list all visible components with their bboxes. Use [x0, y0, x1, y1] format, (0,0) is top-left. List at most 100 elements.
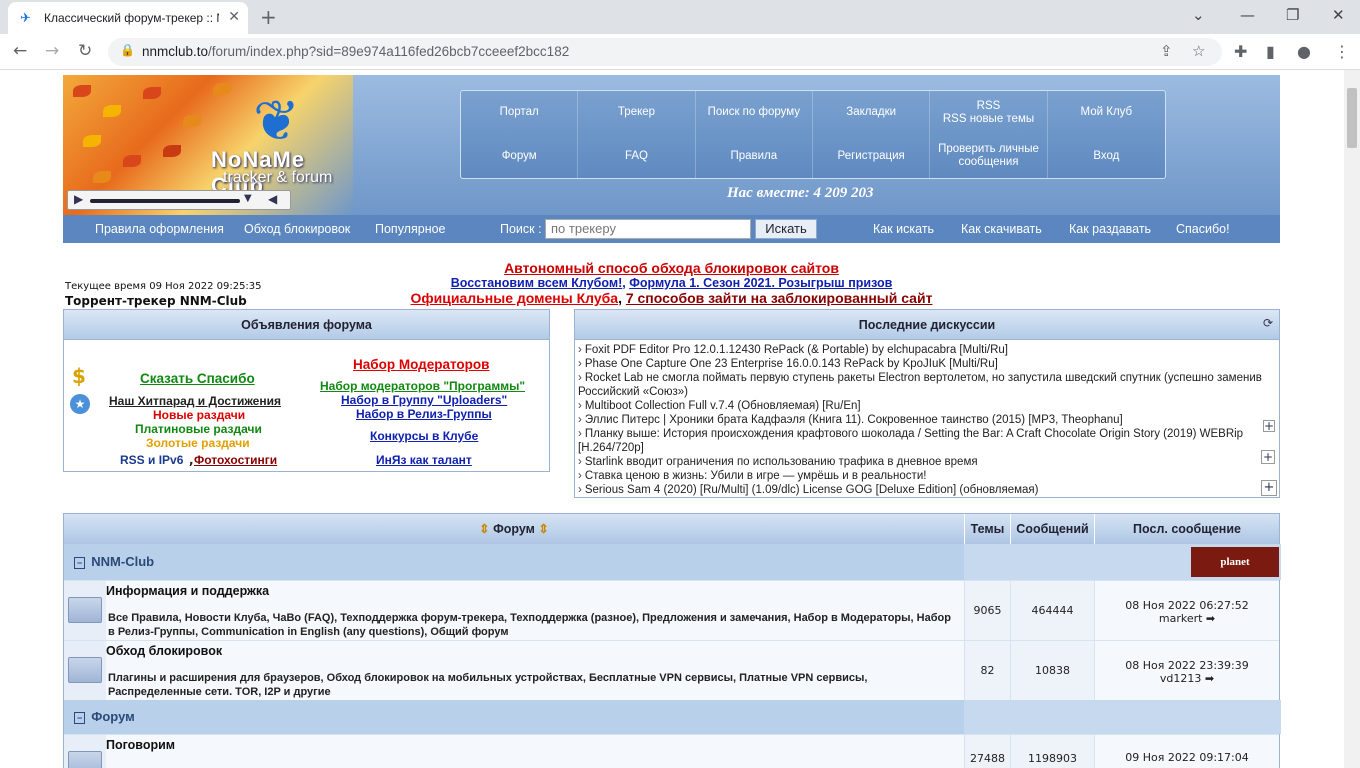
- back-icon[interactable]: ←: [13, 41, 27, 61]
- scrollbar[interactable]: [1344, 70, 1360, 768]
- lock-icon[interactable]: 🔒: [120, 43, 135, 57]
- category-title[interactable]: − NNM-Club: [74, 554, 154, 569]
- expand-icon[interactable]: +: [1261, 450, 1275, 464]
- list-item[interactable]: › Phase One Capture One 23 Enterprise 16.…: [578, 357, 1269, 371]
- link-how-download[interactable]: Как скачивать: [961, 222, 1042, 236]
- extensions-icon[interactable]: ✚: [1234, 42, 1247, 61]
- list-item[interactable]: › Foxit PDF Editor Pro 12.0.1.12430 RePac…: [578, 343, 1269, 357]
- link-contests[interactable]: Конкурсы в Клубе: [370, 429, 478, 443]
- forum-title[interactable]: Обход блокировок: [106, 644, 222, 658]
- list-item[interactable]: › Serious Sam 4 (2020) [Ru/Multi] (1.09/d…: [578, 483, 1269, 497]
- nav-my-club[interactable]: Мой Клуб: [1048, 91, 1165, 135]
- scroll-thumb[interactable]: [1347, 88, 1357, 148]
- dollar-icon: $: [72, 364, 86, 388]
- link-hitparade[interactable]: Наш Хитпарад и Достижения: [109, 394, 281, 408]
- profile-icon[interactable]: ●: [1297, 42, 1311, 61]
- link-how-search[interactable]: Как искать: [873, 222, 934, 236]
- goto-post-icon[interactable]: ➡: [1205, 672, 1214, 685]
- list-item[interactable]: › Starlink вводит ограничения по использо…: [578, 455, 1269, 469]
- link-languages[interactable]: ИнЯз как талант: [376, 453, 472, 467]
- link-golden[interactable]: Золотые раздачи: [146, 436, 250, 450]
- expand-icon[interactable]: +: [1261, 480, 1277, 496]
- info-area: Текущее время 09 Ноя 2022 09:25:35 Торре…: [63, 243, 1280, 309]
- posts-count: 10838: [1010, 641, 1094, 701]
- url-text: nnmclub.to/forum/index.php?sid=89e974a11…: [142, 44, 569, 59]
- search-input[interactable]: по трекеру: [545, 219, 751, 239]
- address-bar[interactable]: 🔒 nnmclub.to/forum/index.php?sid=89e974a…: [108, 38, 1222, 66]
- link-say-thanks[interactable]: Сказать Спасибо: [140, 371, 255, 386]
- minimize-icon[interactable]: —: [1240, 6, 1255, 24]
- close-window-icon[interactable]: ✕: [1332, 6, 1345, 24]
- forum-title[interactable]: Информация и поддержка: [106, 584, 269, 598]
- last-post-user[interactable]: vd1213: [1160, 672, 1202, 685]
- link-moderators[interactable]: Набор Модераторов: [353, 357, 489, 372]
- link-autonomous-bypass[interactable]: Автономный способ обхода блокировок сайт…: [63, 260, 1280, 276]
- list-item[interactable]: › Multiboot Collection Full v.7.4 (Обновл…: [578, 399, 1269, 413]
- side-panel-icon[interactable]: ▮: [1266, 42, 1275, 61]
- topics-count: 27488: [964, 735, 1010, 768]
- nav-faq[interactable]: FAQ: [578, 134, 696, 178]
- search-button[interactable]: Искать: [755, 219, 817, 239]
- nav-portal[interactable]: Портал: [461, 91, 579, 135]
- nav-rss[interactable]: RSS RSS новые темы: [930, 91, 1048, 135]
- browser-tab[interactable]: ✈ Классический форум-трекер :: N ✕: [8, 2, 248, 34]
- menu-icon[interactable]: ⋮: [1334, 42, 1350, 61]
- reload-icon[interactable]: ↻: [78, 41, 92, 61]
- list-item[interactable]: › Планку выше: История происхождения краф…: [578, 427, 1269, 455]
- nav-login[interactable]: Вход: [1048, 135, 1165, 179]
- nav-forum-search[interactable]: Поиск по форуму: [696, 91, 813, 135]
- chevron-down-icon[interactable]: ▼: [244, 193, 252, 204]
- link-bypass[interactable]: Обход блокировок: [244, 222, 350, 236]
- bookmark-star-icon[interactable]: ☆: [1192, 42, 1205, 60]
- link-rss-ipv6[interactable]: RSS и IPv6: [120, 453, 183, 467]
- category-aside: [964, 700, 1281, 734]
- planet-logo[interactable]: planet: [1191, 547, 1279, 577]
- list-item[interactable]: › Эллис Питерс | Хроники брата Кадфаэля (…: [578, 413, 1269, 427]
- nav-forum[interactable]: Форум: [461, 134, 579, 178]
- category-aside: planet: [964, 544, 1281, 580]
- promo-line-3: Официальные домены Клуба, 7 способов зай…: [410, 290, 933, 306]
- nav-check-messages[interactable]: Проверить личные сообщения: [930, 134, 1048, 178]
- link-new-releases[interactable]: Новые раздачи: [153, 408, 245, 422]
- audio-player[interactable]: ▶ ▼ ◀: [67, 190, 291, 210]
- refresh-icon[interactable]: ⟳: [1263, 316, 1273, 330]
- goto-post-icon[interactable]: ➡: [1206, 612, 1215, 625]
- share-icon[interactable]: ⇪: [1160, 42, 1173, 60]
- volume-icon[interactable]: ◀: [268, 192, 277, 206]
- close-tab-icon[interactable]: ✕: [228, 9, 240, 25]
- list-item[interactable]: › Rocket Lab не смогла поймать первую сту…: [578, 371, 1269, 399]
- category-title[interactable]: − Форум: [74, 709, 135, 724]
- nav-register[interactable]: Регистрация: [813, 134, 931, 178]
- main-nav: Портал Трекер Поиск по форуму Закладки R…: [460, 90, 1166, 179]
- link-popular[interactable]: Популярное: [375, 222, 446, 236]
- link-uploaders[interactable]: Набор в Группу "Uploaders": [341, 393, 507, 407]
- forward-icon[interactable]: →: [45, 41, 59, 61]
- forum-title[interactable]: Поговорим: [106, 738, 175, 752]
- link-restore-club[interactable]: Восстановим всем Клубом!: [451, 276, 623, 290]
- link-official-domains[interactable]: Официальные домены Клуба: [411, 290, 619, 306]
- link-platinum[interactable]: Платиновые раздачи: [135, 422, 262, 436]
- nav-tracker[interactable]: Трекер: [578, 91, 696, 135]
- link-photohosting[interactable]: Фотохостинги: [194, 453, 277, 467]
- subforum-links[interactable]: Все Правила, Новости Клуба, ЧаВо (FAQ), …: [108, 611, 958, 639]
- link-how-seed[interactable]: Как раздавать: [1069, 222, 1151, 236]
- promo-line-2: Восстановим всем Клубом!, Формула 1. Сез…: [450, 276, 893, 290]
- expand-icon[interactable]: +: [1263, 420, 1275, 432]
- player-progress[interactable]: [90, 199, 240, 203]
- last-post-user[interactable]: markert: [1159, 612, 1203, 625]
- restore-icon[interactable]: ❐: [1286, 6, 1299, 24]
- subforum-links[interactable]: Плагины и расширения для браузеров, Обхо…: [108, 671, 958, 699]
- play-icon[interactable]: ▶: [74, 192, 83, 206]
- link-7-ways[interactable]: 7 способов зайти на заблокированный сайт: [626, 290, 933, 306]
- link-rules-formatting[interactable]: Правила оформления: [95, 222, 224, 236]
- link-mod-programs[interactable]: Набор модераторов "Программы": [320, 379, 525, 393]
- link-thanks[interactable]: Спасибо!: [1176, 222, 1230, 236]
- tab-search-icon[interactable]: ⌄: [1192, 6, 1205, 24]
- link-release-groups[interactable]: Набор в Релиз-Группы: [356, 407, 492, 421]
- list-item[interactable]: › Ставка ценою в жизнь: Убили в игре — ум…: [578, 469, 1269, 483]
- col-forum-header[interactable]: ⇕ Форум ⇕: [64, 514, 964, 544]
- nav-bookmarks[interactable]: Закладки: [813, 91, 931, 135]
- link-formula1[interactable]: Формула 1. Сезон 2021. Розыгрыш призов: [629, 276, 892, 290]
- nav-rules[interactable]: Правила: [696, 134, 813, 178]
- new-tab-icon[interactable]: +: [260, 5, 277, 29]
